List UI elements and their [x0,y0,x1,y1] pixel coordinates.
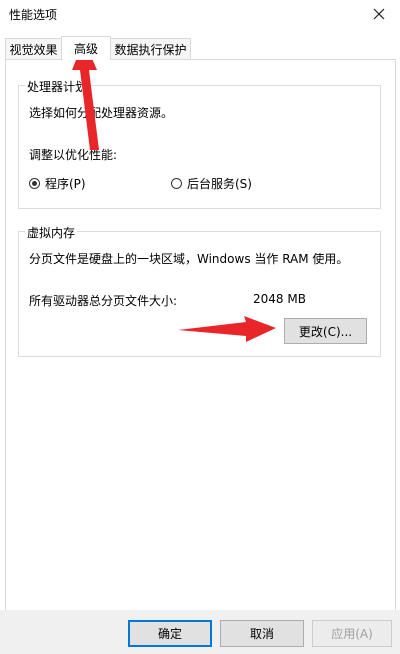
total-paging-label: 所有驱动器总分页文件大小: [29,294,178,308]
radio-programs[interactable]: 程序(P) [29,175,86,192]
virtual-memory-legend: 虚拟内存 [25,224,78,241]
tab-label: 高级 [73,42,98,56]
close-button[interactable] [362,0,396,28]
tab-label: 数据执行保护 [114,42,187,57]
apply-button[interactable]: 应用(A) [312,620,392,647]
radio-programs-label: 程序(P) [45,177,86,191]
tab-strip: 视觉效果 高级 数据执行保护 [0,36,400,60]
tab-advanced[interactable]: 高级 [61,36,111,60]
title-bar: 性能选项 [0,0,400,30]
dialog-button-bar: 确定 取消 应用(A) [0,610,400,654]
paging-file-description: 分页文件是硬盘上的一块区域，Windows 当作 RAM 使用。 [29,252,349,266]
radio-background-services-label: 后台服务(S) [187,177,252,191]
radio-icon [171,178,182,189]
tab-label: 视觉效果 [9,42,58,57]
optimize-label: 调整以优化性能: [29,148,118,162]
radio-background-services[interactable]: 后台服务(S) [171,175,252,192]
total-paging-value: 2048 MB [253,292,306,306]
ok-button[interactable]: 确定 [128,620,212,647]
processor-scheduling-group: 处理器计划 选择如何分配处理器资源。 调整以优化性能: 程序(P) 后台服务(S… [18,78,381,209]
radio-icon [29,178,40,189]
window-title: 性能选项 [9,8,58,22]
tab-visual-effects[interactable]: 视觉效果 [5,38,62,59]
close-icon [373,8,385,20]
processor-scheduling-legend: 处理器计划 [25,78,90,95]
change-button[interactable]: 更改(C)... [284,318,367,344]
virtual-memory-group: 虚拟内存 分页文件是硬盘上的一块区域，Windows 当作 RAM 使用。 所有… [18,224,381,357]
tab-dep[interactable]: 数据执行保护 [110,38,191,59]
tab-panel: 处理器计划 选择如何分配处理器资源。 调整以优化性能: 程序(P) 后台服务(S… [5,59,396,611]
processor-description: 选择如何分配处理器资源。 [29,106,174,120]
cancel-button[interactable]: 取消 [220,620,304,647]
